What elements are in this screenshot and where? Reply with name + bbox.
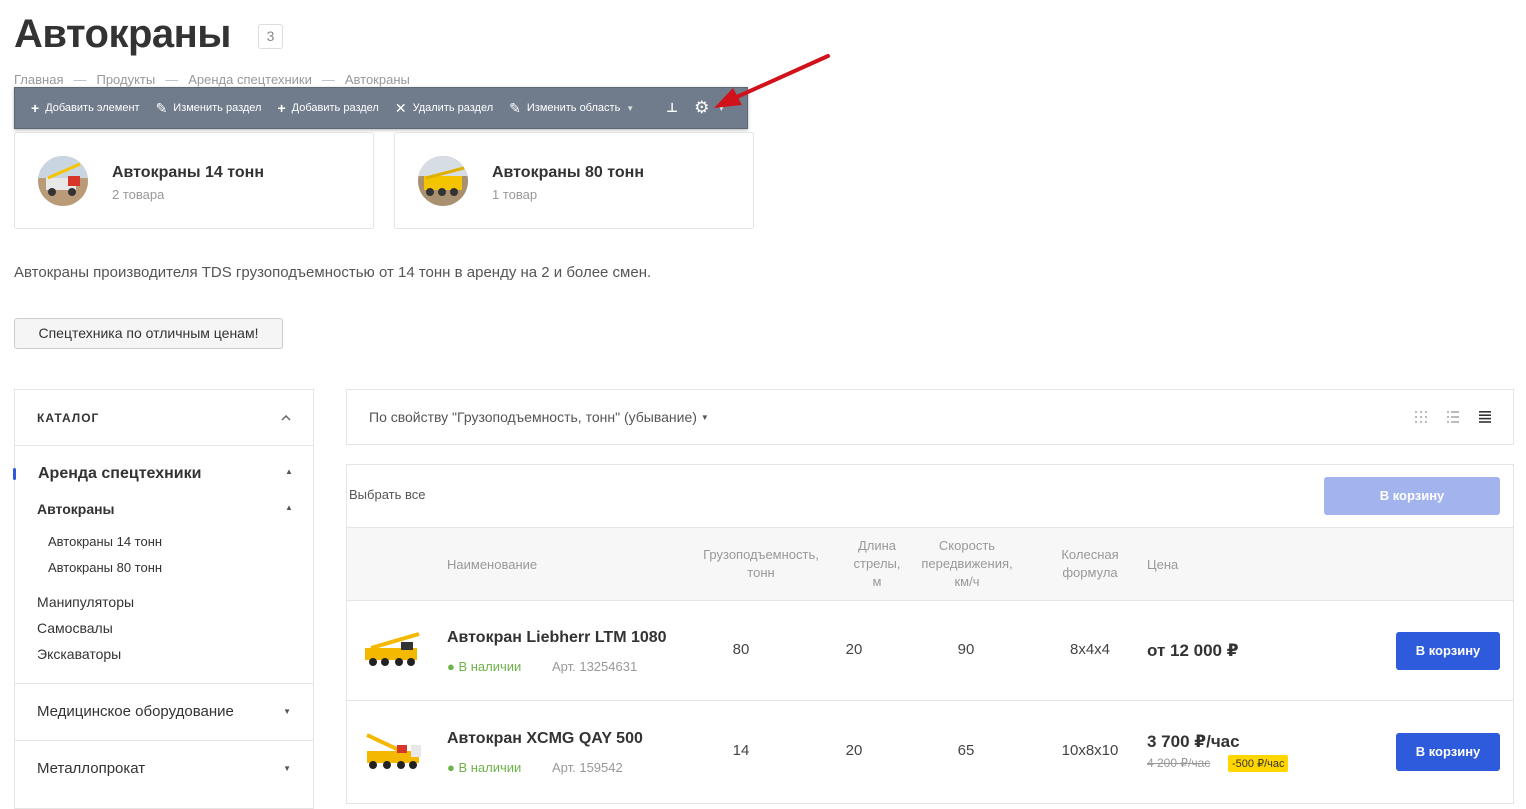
sort-bar: По свойству "Грузоподъемность, тонн" (уб… — [346, 389, 1514, 445]
sidebar-section-metal[interactable]: Металлопрокат ▼ — [15, 740, 313, 796]
delete-section-button[interactable]: ✕ Удалить раздел — [395, 100, 493, 117]
breadcrumb-rental[interactable]: Аренда спецтехники — [188, 72, 312, 87]
crane-thumbnail — [38, 156, 88, 206]
old-price: 4 200 ₽/час — [1147, 756, 1211, 770]
active-marker — [13, 468, 16, 480]
stock-status: ● В наличии — [447, 659, 522, 674]
page-title: Автокраны — [14, 12, 231, 56]
table-view-icon[interactable] — [1479, 411, 1491, 423]
subsection-card-80[interactable]: Автокраны 80 тонн 1 товар — [394, 132, 754, 229]
breadcrumb: Главная — Продукты — Аренда спецтехники — Авто… — [14, 72, 410, 87]
close-icon: ✕ — [394, 99, 407, 116]
subsection-count: 1 товар — [492, 187, 538, 202]
sidebar-item-excavators[interactable]: Экскаваторы — [37, 646, 121, 662]
grid-view-icon[interactable] — [1415, 411, 1427, 423]
promo-button[interactable]: Спецтехника по отличным ценам! — [14, 318, 283, 349]
sidebar-item-cranes-80[interactable]: Автокраны 80 тонн — [48, 560, 162, 575]
breadcrumb-home[interactable]: Главная — [14, 72, 63, 87]
product-name[interactable]: Автокран XCMG QAY 500 — [447, 730, 643, 748]
section-description: Автокраны производителя TDS грузоподъемн… — [14, 264, 652, 281]
edit-area-button[interactable]: ✎ Изменить область ▼ — [509, 100, 634, 117]
col-speed: Скорость передвижения, км/ч — [921, 538, 1013, 589]
add-to-cart-button[interactable]: В корзину — [1396, 632, 1500, 670]
sort-dropdown[interactable]: По свойству "Грузоподъемность, тонн" (уб… — [369, 409, 709, 425]
chevron-down-icon: ▼ — [700, 413, 709, 422]
sidebar-item-rental[interactable]: Аренда спецтехники — [38, 465, 201, 483]
capacity-value: 80 — [732, 641, 750, 658]
subsection-card-14[interactable]: Автокраны 14 тонн 2 товара — [14, 132, 374, 229]
pin-icon: ⊥ — [666, 100, 679, 115]
table-header: Наименование Грузоподъемность, тонн Длина… — [347, 527, 1513, 601]
wheel-value: 10x8x10 — [1061, 742, 1119, 759]
plus-icon: + — [31, 100, 40, 116]
price: от 12 000 ₽ — [1147, 641, 1239, 660]
add-element-button[interactable]: + Добавить элемент — [31, 100, 140, 116]
capacity-value: 14 — [732, 742, 750, 759]
col-price: Цена — [1147, 557, 1179, 572]
price: 3 700 ₽/час — [1147, 732, 1240, 751]
subsection-count: 2 товара — [112, 187, 165, 202]
product-name[interactable]: Автокран Liebherr LTM 1080 — [447, 629, 667, 647]
add-section-button[interactable]: + Добавить раздел — [277, 100, 378, 116]
chevron-down-icon: ▼ — [283, 707, 291, 716]
table-row: Автокран Liebherr LTM 1080 ● В наличии А… — [347, 601, 1513, 701]
pin-button[interactable]: ⊥ — [666, 100, 684, 116]
speed-value: 90 — [957, 641, 975, 658]
select-all-link[interactable]: Выбрать все — [349, 487, 425, 502]
col-wheel: Колесная формула — [1061, 547, 1119, 580]
crane-thumbnail — [418, 156, 468, 206]
sidebar-item-dump-trucks[interactable]: Самосвалы — [37, 620, 113, 636]
boom-value: 20 — [845, 641, 863, 658]
subsection-name[interactable]: Автокраны 80 тонн — [492, 164, 644, 182]
add-to-cart-button[interactable]: В корзину — [1396, 733, 1500, 771]
product-image[interactable] — [361, 626, 420, 676]
subsection-name[interactable]: Автокраны 14 тонн — [112, 164, 264, 182]
breadcrumb-current: Автокраны — [344, 72, 410, 87]
admin-toolbar: + Добавить элемент ✎ Изменить раздел + Доба… — [14, 87, 748, 129]
chevron-up-icon — [281, 414, 291, 421]
catalog-sidebar: КАТАЛОГ Аренда спецтехники ▲ Автокраны ▲… — [13, 389, 314, 809]
pencil-icon: ✎ — [509, 99, 521, 116]
edit-section-button[interactable]: ✎ Изменить раздел — [156, 100, 262, 117]
add-all-to-cart-button[interactable]: В корзину — [1324, 477, 1500, 515]
col-name: Наименование — [447, 557, 538, 572]
plus-icon: + — [277, 100, 286, 116]
article-number: Арт. 159542 — [552, 760, 623, 775]
article-number: Арт. 13254631 — [552, 659, 638, 674]
sidebar-item-manipulators[interactable]: Манипуляторы — [37, 594, 134, 610]
boom-value: 20 — [845, 742, 863, 759]
annotation-arrow-icon — [714, 54, 830, 108]
chevron-down-icon: ▼ — [626, 103, 635, 113]
breadcrumb-products[interactable]: Продукты — [96, 72, 155, 87]
sidebar-section-medical[interactable]: Медицинское оборудование ▼ — [15, 683, 313, 739]
catalog-header[interactable]: КАТАЛОГ — [15, 390, 313, 446]
col-capacity: Грузоподъемность, тонн — [703, 547, 819, 580]
chevron-down-icon: ▼ — [283, 764, 291, 773]
chevron-up-icon[interactable]: ▲ — [285, 503, 293, 512]
sidebar-item-cranes[interactable]: Автокраны — [37, 501, 115, 517]
sidebar-item-cranes-14[interactable]: Автокраны 14 тонн — [48, 534, 162, 549]
wheel-value: 8x4x4 — [1069, 641, 1111, 658]
list-view-icon[interactable] — [1447, 411, 1459, 423]
product-image[interactable] — [361, 727, 421, 777]
speed-value: 65 — [957, 742, 975, 759]
table-row: Автокран XCMG QAY 500 ● В наличии Арт. 1… — [347, 702, 1513, 802]
item-count-badge: 3 — [258, 24, 283, 49]
pencil-icon: ✎ — [155, 99, 168, 116]
chevron-up-icon[interactable]: ▲ — [285, 467, 293, 476]
product-table: Выбрать все В корзину Наименование Грузо… — [346, 464, 1514, 804]
discount-badge: -500 ₽/час — [1228, 755, 1289, 772]
stock-status: ● В наличии — [447, 760, 522, 775]
